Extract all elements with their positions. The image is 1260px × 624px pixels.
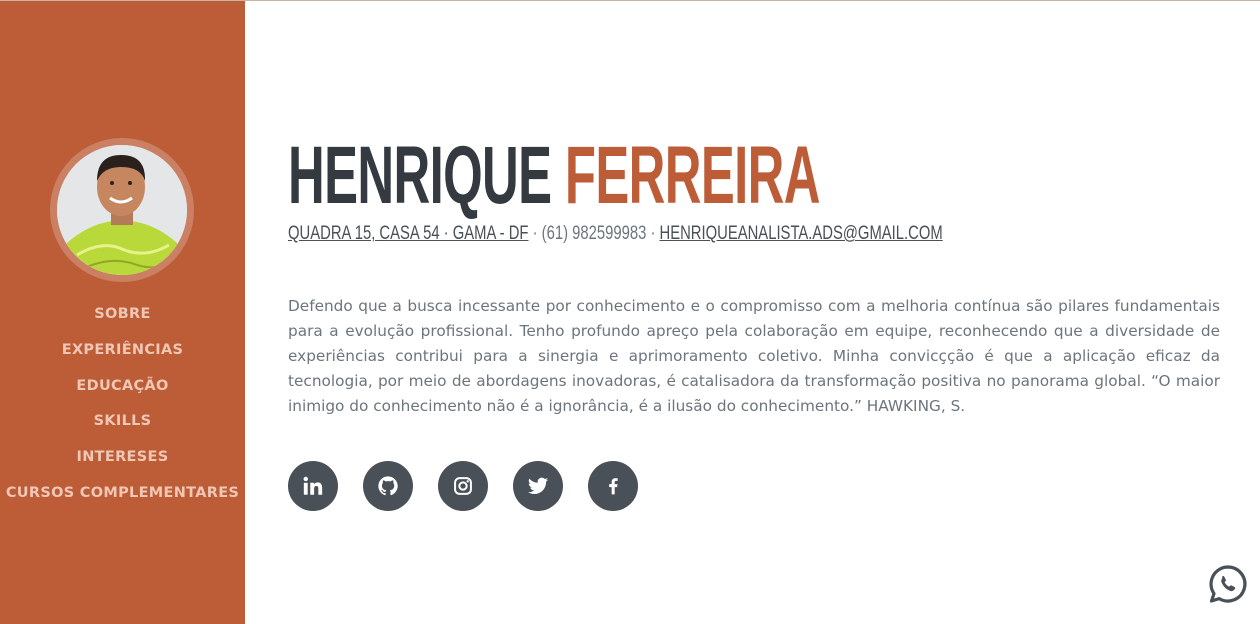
nav-item-experiencias: EXPERIÊNCIAS — [0, 331, 245, 367]
bio-text: Defendo que a busca incessante por conhe… — [288, 297, 1220, 415]
linkedin-button[interactable] — [288, 461, 338, 511]
instagram-icon — [454, 477, 472, 495]
whatsapp-button[interactable] — [1207, 563, 1249, 605]
first-name: HENRIQUE — [288, 130, 552, 221]
nav-item-educacao: EDUCAÇÃO — [0, 367, 245, 403]
separator: · — [532, 223, 538, 244]
phone-number: (61) 982599983 — [541, 223, 647, 244]
email-link[interactable]: HENRIQUEANALISTA.ADS@GMAIL.COM — [659, 223, 942, 244]
nav-link-educacao[interactable]: EDUCAÇÃO — [76, 378, 168, 394]
instagram-button[interactable] — [438, 461, 488, 511]
nav-link-cursos-complementares[interactable]: CURSOS COMPLEMENTARES — [6, 485, 239, 501]
facebook-button[interactable] — [588, 461, 638, 511]
linkedin-icon — [303, 476, 323, 495]
twitter-icon — [527, 477, 549, 494]
nav-link-intereses[interactable]: INTERESES — [77, 449, 169, 465]
nav-link-skills[interactable]: SKILLS — [94, 413, 152, 429]
nav-item-skills: SKILLS — [0, 402, 245, 438]
page: SOBRE EXPERIÊNCIAS EDUCAÇÃO SKILLS INTER… — [0, 0, 1260, 624]
nav-item-sobre: SOBRE — [0, 295, 245, 331]
nav-item-intereses: INTERESES — [0, 438, 245, 474]
avatar-ring — [50, 138, 194, 282]
sidebar-nav: SOBRE EXPERIÊNCIAS EDUCAÇÃO SKILLS INTER… — [0, 295, 245, 510]
whatsapp-icon — [1209, 565, 1247, 603]
address-link[interactable]: QUADRA 15, CASA 54 · GAMA - DF — [288, 223, 528, 244]
contact-line: QUADRA 15, CASA 54 · GAMA - DF · (61) 98… — [288, 223, 943, 245]
twitter-button[interactable] — [513, 461, 563, 511]
nav-item-cursos: CURSOS COMPLEMENTARES — [0, 474, 245, 510]
nav-link-sobre[interactable]: SOBRE — [94, 306, 150, 322]
nav-link-experiencias[interactable]: EXPERIÊNCIAS — [62, 342, 184, 358]
separator: · — [650, 223, 656, 244]
github-button[interactable] — [363, 461, 413, 511]
last-name: FERREIRA — [564, 130, 821, 221]
avatar — [57, 145, 187, 275]
page-title: HENRIQUE FERREIRA — [288, 131, 820, 221]
social-icons — [288, 461, 638, 511]
github-icon — [378, 476, 398, 496]
sidebar: SOBRE EXPERIÊNCIAS EDUCAÇÃO SKILLS INTER… — [0, 1, 245, 624]
facebook-icon — [609, 478, 618, 495]
